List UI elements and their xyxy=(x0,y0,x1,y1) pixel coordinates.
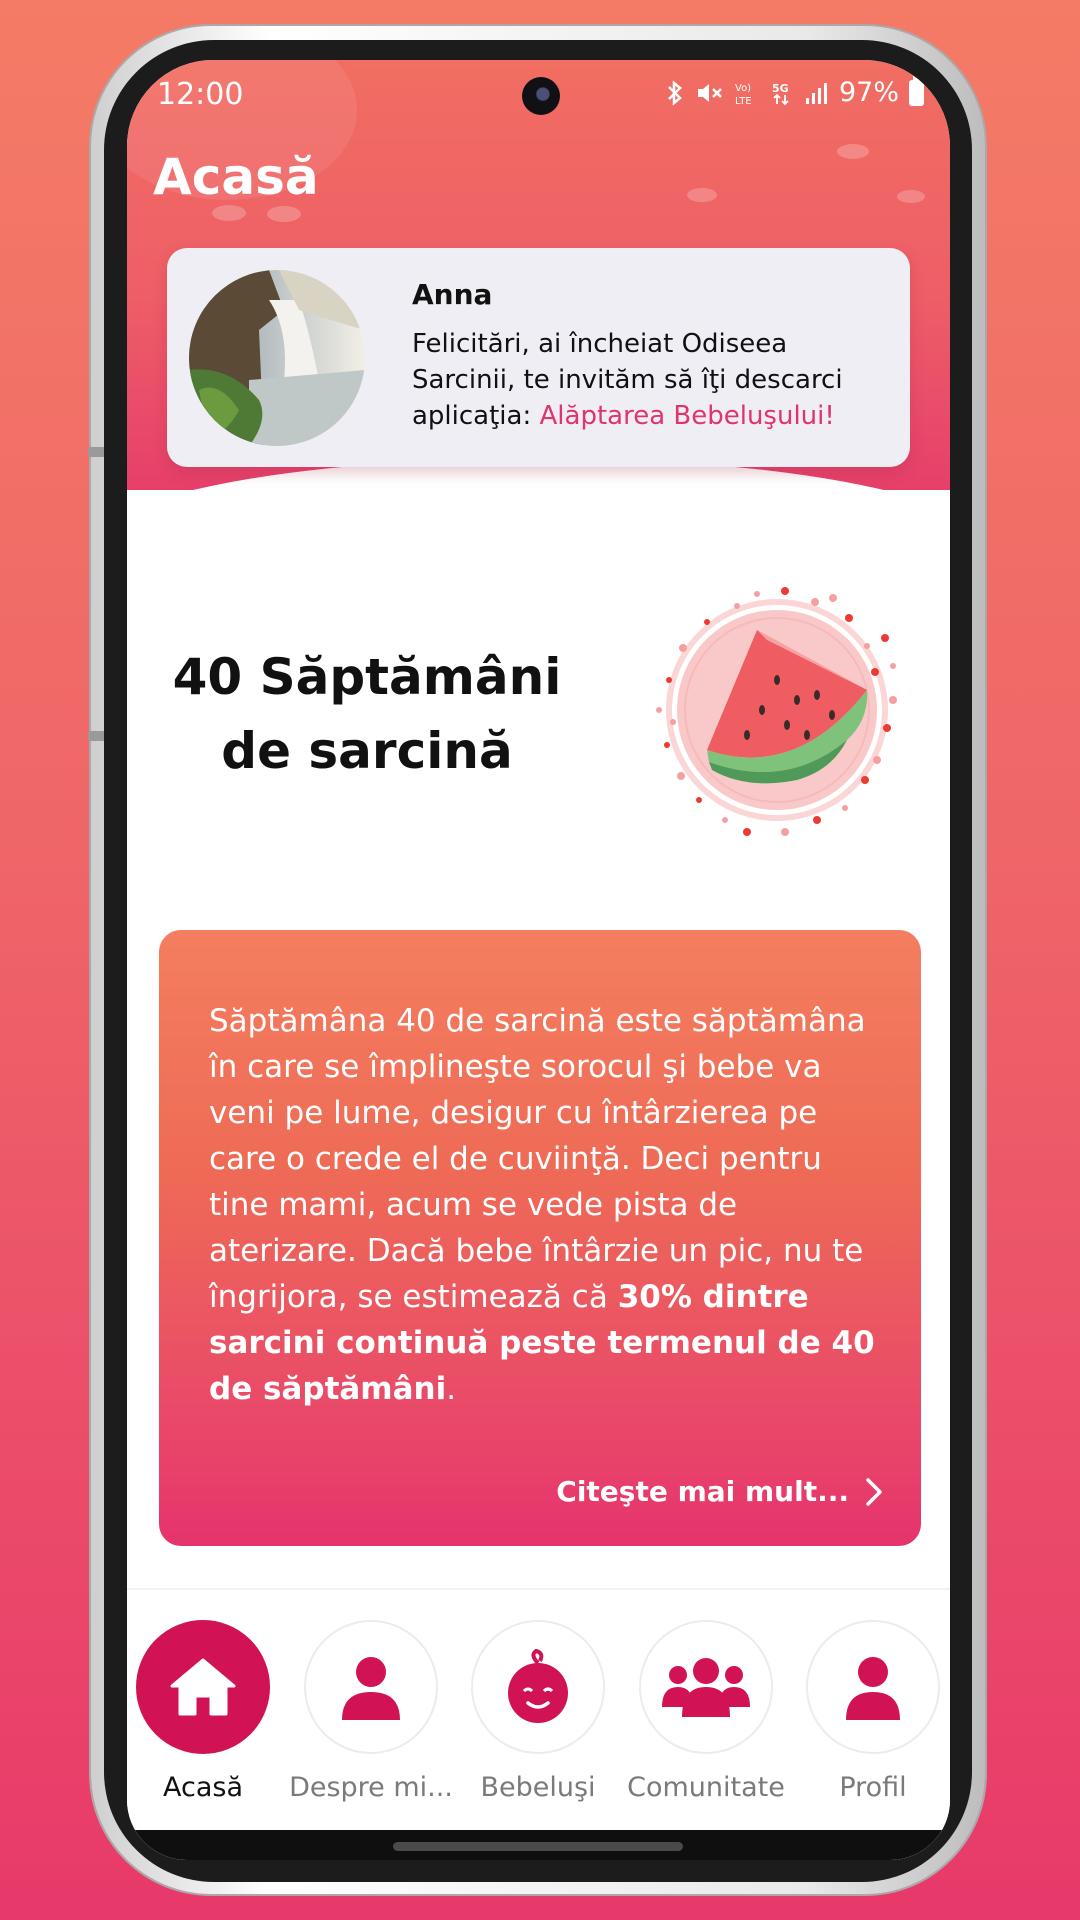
mute-icon xyxy=(697,83,722,102)
nav-label-about: Despre mi... xyxy=(289,1772,453,1803)
status-icons: Vo) LTE 5G 97% xyxy=(665,75,924,108)
fruit-illustration xyxy=(637,570,917,850)
week-title: 40 Săptămâni de sarcină xyxy=(172,648,562,780)
nav-label-home: Acasă xyxy=(163,1772,243,1803)
header-bubble xyxy=(267,206,301,222)
header-bubble xyxy=(897,190,925,203)
group-icon xyxy=(662,1658,750,1717)
nav-circle xyxy=(471,1620,605,1754)
svg-text:Vo): Vo) xyxy=(735,83,751,94)
baby-face-icon xyxy=(508,1649,568,1723)
home-icon xyxy=(170,1658,236,1716)
svg-text:5G: 5G xyxy=(772,82,789,95)
header-bubble xyxy=(212,205,246,221)
info-text: Săptămâna 40 de sarcină este săptămâna î… xyxy=(209,998,889,1412)
profile-card[interactable]: Anna Felicitări, ai încheiat Odiseea Sar… xyxy=(167,248,910,467)
nav-label-babies: Bebeluşi xyxy=(480,1772,596,1803)
person-icon xyxy=(342,1657,400,1720)
nav-item-about[interactable]: Despre mi... xyxy=(287,1620,455,1803)
read-more-label: Citeşte mai mult... xyxy=(556,1475,849,1508)
bluetooth-icon xyxy=(668,79,682,106)
read-more-link[interactable]: Citeşte mai mult... xyxy=(556,1475,883,1508)
waterfall-photo-icon xyxy=(189,270,365,446)
5g-icon: 5G xyxy=(772,82,789,105)
volte-icon: Vo) LTE xyxy=(735,83,752,106)
avatar[interactable] xyxy=(189,270,365,446)
nav-item-home[interactable]: Acasă xyxy=(127,1620,287,1803)
bottom-nav: Acasă Despre mi... Bebeluşi Comunitate P… xyxy=(127,1588,950,1860)
home-indicator[interactable] xyxy=(393,1842,683,1851)
nav-circle xyxy=(806,1620,940,1754)
front-camera xyxy=(522,77,560,115)
page-title: Acasă xyxy=(153,148,319,206)
nav-label-community: Comunitate xyxy=(627,1772,785,1803)
info-text-end: . xyxy=(446,1371,457,1407)
status-bar: 12:00 Vo) LTE 5G 97% xyxy=(127,60,950,120)
battery-icon xyxy=(909,75,924,106)
nav-item-profile[interactable]: Profil xyxy=(789,1620,950,1803)
profile-icon xyxy=(846,1657,900,1720)
profile-message: Felicitări, ai încheiat Odiseea Sarcinii… xyxy=(412,326,882,434)
profile-name: Anna xyxy=(412,278,493,311)
info-card: Săptămâna 40 de sarcină este săptămâna î… xyxy=(159,930,921,1546)
nav-circle xyxy=(639,1620,773,1754)
header-bubble xyxy=(687,188,717,202)
signal-icon xyxy=(805,82,827,104)
svg-text:LTE: LTE xyxy=(735,96,752,106)
info-text-plain: Săptămâna 40 de sarcină este săptămâna î… xyxy=(209,1003,866,1315)
header-bubble xyxy=(837,144,869,159)
chevron-right-icon xyxy=(866,1477,882,1506)
app-screen: 12:00 Vo) LTE 5G 97% Acasă Anna Felicită… xyxy=(127,60,950,1860)
nav-circle xyxy=(304,1620,438,1754)
download-app-link[interactable]: Alăptarea Bebeluşului! xyxy=(540,401,835,431)
nav-circle xyxy=(136,1620,270,1754)
watermelon-icon xyxy=(656,587,897,836)
nav-label-profile: Profil xyxy=(839,1772,907,1803)
battery-percent: 97% xyxy=(838,77,899,108)
status-time: 12:00 xyxy=(157,77,244,112)
nav-item-community[interactable]: Comunitate xyxy=(622,1620,790,1803)
nav-item-babies[interactable]: Bebeluşi xyxy=(454,1620,622,1803)
